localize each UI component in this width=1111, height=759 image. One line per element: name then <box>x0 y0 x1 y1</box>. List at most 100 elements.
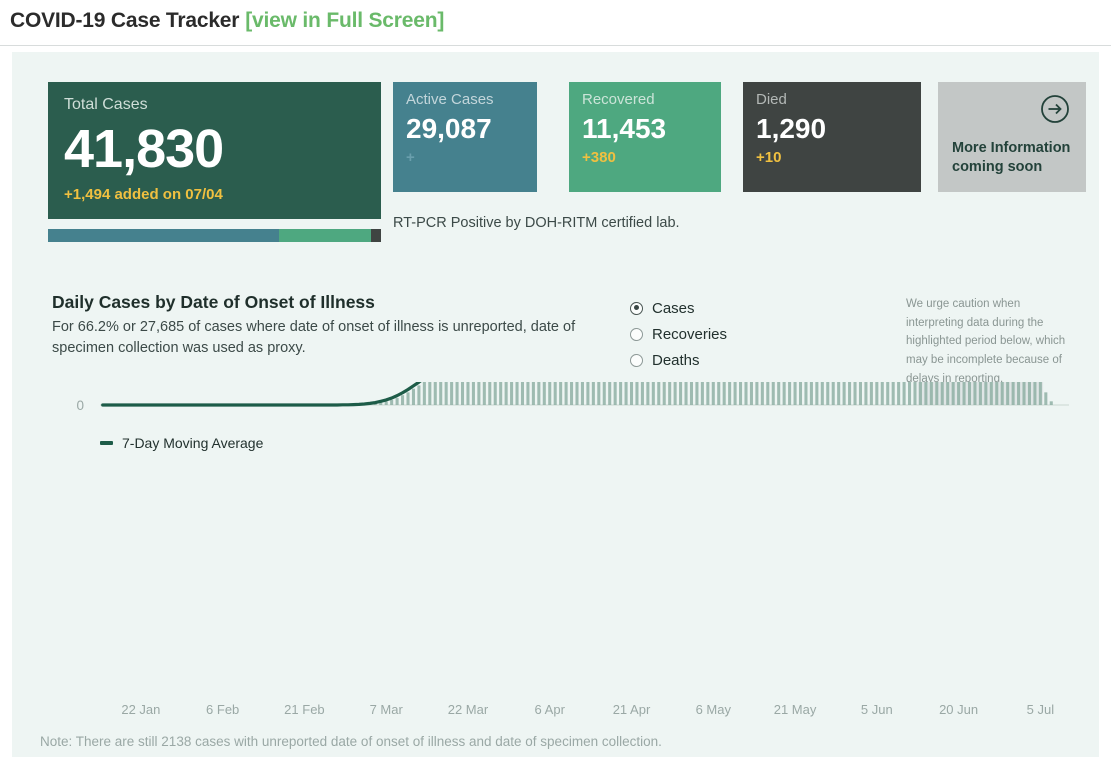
chart-bar <box>755 382 759 405</box>
chart-bar <box>395 398 399 405</box>
active-cases-delta: + <box>406 148 415 166</box>
y-axis-tick-label: 0 <box>76 398 84 413</box>
chart-title: Daily Cases by Date of Onset of Illness <box>52 292 375 312</box>
chart-bar <box>460 382 465 405</box>
chart-bar <box>951 382 955 405</box>
chart-bar <box>428 382 432 405</box>
chart-footer-note: Note: There are still 2138 cases with un… <box>40 734 662 749</box>
radio-option-cases[interactable]: Cases <box>630 295 727 321</box>
chart-bar <box>570 382 574 405</box>
chart-bar <box>918 382 922 405</box>
x-axis-tick-label: 6 Apr <box>534 702 565 717</box>
chart-bar <box>651 382 655 405</box>
page-title: COVID-19 Case Tracker <box>10 9 240 32</box>
chart-bar <box>684 382 688 405</box>
x-axis-tick-label: 22 Mar <box>447 702 489 717</box>
chart-bar <box>706 382 710 405</box>
chart-bar <box>450 382 454 405</box>
kpi-card-recovered[interactable]: Recovered 11,453 +380 <box>569 82 721 192</box>
chart-bar <box>788 382 792 405</box>
chart-bar <box>1033 382 1037 405</box>
total-cases-delta: +1,494 added on 07/04 <box>64 185 223 203</box>
chart-x-axis: 22 Jan 6 Feb 21 Feb 7 Mar 22 Mar 6 Apr 21 Apr 6… <box>12 702 1099 724</box>
chart-bar <box>493 382 497 405</box>
chart-bar <box>586 382 590 405</box>
chart-bar <box>728 382 732 405</box>
x-axis-tick-label: 6 Feb <box>206 702 240 717</box>
chart-bar <box>995 382 999 405</box>
chart-bar <box>499 382 503 405</box>
chart-subtitle: For 66.2% or 27,685 of cases where date … <box>52 319 576 356</box>
chart-bar <box>668 382 672 405</box>
x-axis-tick-label: 7 Mar <box>369 702 403 717</box>
chart-bar <box>553 382 557 405</box>
chart-bar <box>657 382 661 405</box>
active-cases-label: Active Cases <box>406 91 494 108</box>
chart-bar <box>864 382 868 405</box>
kpi-card-row: Total Cases 41,830 +1,494 added on 07/04… <box>12 52 1099 242</box>
chart-bar <box>580 382 584 405</box>
chart-bar <box>488 382 492 405</box>
chart-bar <box>679 382 683 405</box>
chart-bar <box>739 382 743 405</box>
chart-bar <box>700 382 704 405</box>
radio-option-deaths[interactable]: Deaths <box>630 347 727 373</box>
radio-option-recoveries[interactable]: Recoveries <box>630 321 727 347</box>
covid-case-tracker-page: COVID-19 Case Tracker [view in Full Scree… <box>0 0 1111 759</box>
chart-bar <box>902 382 906 405</box>
chart-bar <box>575 382 579 405</box>
kpi-card-active-cases[interactable]: Active Cases 29,087 + <box>393 82 537 192</box>
x-axis-tick-label: 22 Jan <box>121 702 161 717</box>
chart-bar <box>869 382 873 405</box>
dashboard-panel: Total Cases 41,830 +1,494 added on 07/04… <box>12 52 1099 757</box>
chart-bar <box>608 382 612 405</box>
recovered-delta: +380 <box>582 148 616 166</box>
kpi-card-total-cases[interactable]: Total Cases 41,830 +1,494 added on 07/04 <box>48 82 381 219</box>
chart-bar <box>477 382 481 405</box>
chart-bar <box>777 382 781 405</box>
chart-bar <box>619 382 623 405</box>
metric-radio-group[interactable]: Cases Recoveries Deaths <box>630 295 727 373</box>
recovered-label: Recovered <box>582 91 655 108</box>
x-axis-tick-label: 21 May <box>773 702 817 717</box>
chart-bar <box>837 382 841 405</box>
chart-bar <box>629 382 634 405</box>
chart-bar <box>406 392 410 405</box>
chart-bar <box>640 382 644 405</box>
chart-bar <box>417 385 421 405</box>
chart-bar <box>444 382 448 405</box>
kpi-card-more-information[interactable]: More Information coming soon <box>938 82 1086 192</box>
view-full-screen-link[interactable]: [view in Full Screen] <box>245 9 444 32</box>
x-axis-tick-label: 5 Jul <box>1026 702 1055 717</box>
caution-note: We urge caution when interpreting data d… <box>906 298 1066 385</box>
chart-bar <box>771 382 775 405</box>
chart-bar <box>766 382 770 405</box>
chart-bar <box>1044 392 1048 405</box>
chart-bar <box>624 382 628 405</box>
total-cases-value: 41,830 <box>64 118 224 179</box>
chart-bar <box>515 382 519 405</box>
chart-bar <box>613 382 617 405</box>
circle-arrow-right-icon <box>1040 94 1070 129</box>
chart-bar <box>673 382 677 405</box>
chart-bar <box>482 382 486 405</box>
chart-bar <box>891 382 895 405</box>
died-value: 1,290 <box>756 112 827 144</box>
chart-bar <box>798 382 803 405</box>
chart-bar <box>760 382 764 405</box>
died-label: Died <box>756 91 787 108</box>
chart-bar <box>689 382 694 405</box>
chart-bar <box>695 382 699 405</box>
chart-bar <box>848 382 852 405</box>
radio-label-cases: Cases <box>652 299 695 317</box>
chart-bar <box>602 382 606 405</box>
chart-bar <box>809 382 813 405</box>
radio-label-recoveries: Recoveries <box>652 325 728 343</box>
chart-bar <box>1049 401 1053 405</box>
chart-bar <box>935 382 939 405</box>
chart-bar <box>1011 382 1015 405</box>
chart-bar <box>401 395 405 405</box>
chart-bar <box>542 382 546 405</box>
kpi-card-died[interactable]: Died 1,290 +10 <box>743 82 921 192</box>
daily-cases-chart[interactable]: 05001000 <box>12 382 1099 692</box>
